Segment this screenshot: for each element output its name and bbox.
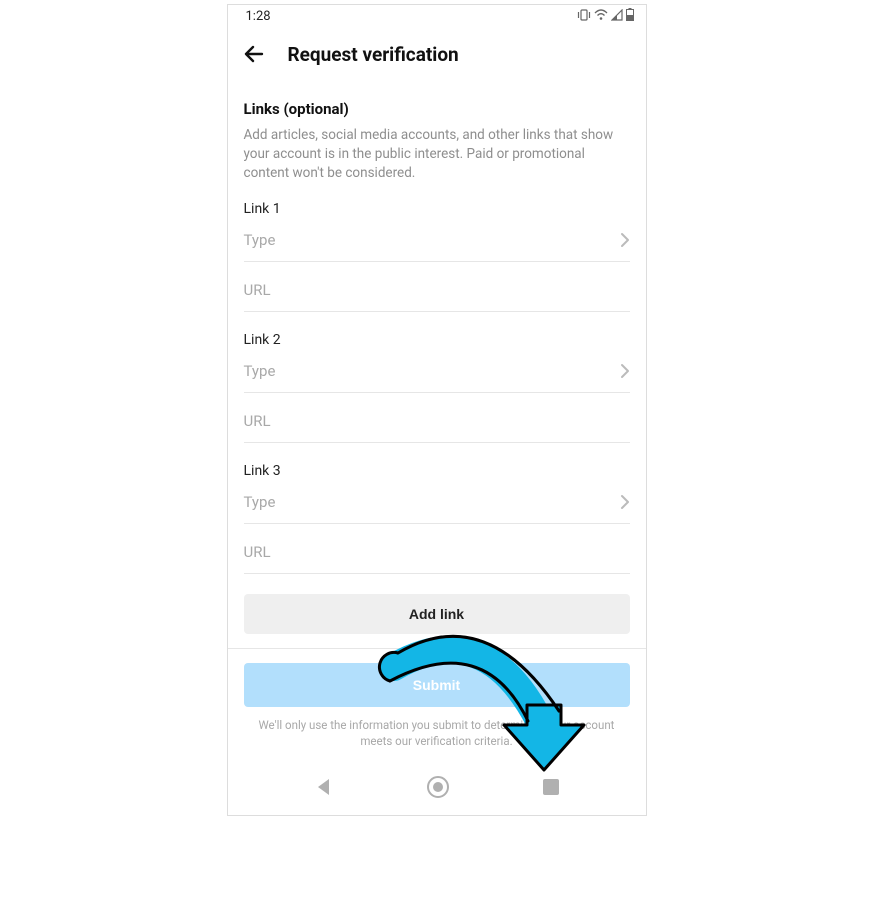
url-placeholder: URL [244, 543, 271, 561]
url-placeholder: URL [244, 281, 271, 299]
link-label: Link 2 [244, 332, 630, 348]
chevron-right-icon [620, 494, 630, 510]
type-placeholder: Type [244, 231, 276, 249]
nav-recent-icon[interactable] [542, 778, 560, 796]
add-link-button[interactable]: Add link [244, 594, 630, 634]
type-placeholder: Type [244, 362, 276, 380]
type-selector[interactable]: Type [244, 362, 630, 393]
phone-frame: 1:28 Request verification Links (optiona… [227, 4, 647, 816]
nav-home-icon[interactable] [426, 775, 450, 799]
status-time: 1:28 [246, 9, 271, 24]
footer-note: We'll only use the information you submi… [244, 707, 630, 763]
vibrate-icon [577, 9, 591, 25]
header: Request verification [228, 28, 646, 76]
link-group-2: Link 2 Type URL [244, 332, 630, 443]
section-title: Links (optional) [244, 100, 630, 118]
link-group-1: Link 1 Type URL [244, 201, 630, 312]
type-selector[interactable]: Type [244, 231, 630, 262]
page-title: Request verification [288, 43, 459, 66]
back-arrow-icon[interactable] [242, 42, 266, 66]
type-selector[interactable]: Type [244, 493, 630, 524]
nav-back-icon[interactable] [314, 777, 334, 797]
content: Links (optional) Add articles, social me… [228, 76, 646, 763]
wifi-icon [594, 9, 608, 25]
chevron-right-icon [620, 363, 630, 379]
link-group-3: Link 3 Type URL [244, 463, 630, 574]
url-input[interactable]: URL [244, 411, 630, 443]
url-input[interactable]: URL [244, 280, 630, 312]
submit-button[interactable]: Submit [244, 663, 630, 707]
signal-icon [611, 9, 623, 25]
android-nav-bar [228, 763, 646, 815]
link-label: Link 1 [244, 201, 630, 217]
link-label: Link 3 [244, 463, 630, 479]
section-description: Add articles, social media accounts, and… [244, 126, 630, 183]
status-icons [577, 8, 634, 25]
chevron-right-icon [620, 232, 630, 248]
url-input[interactable]: URL [244, 542, 630, 574]
status-bar: 1:28 [228, 5, 646, 28]
battery-icon [626, 8, 634, 25]
divider [228, 648, 646, 649]
url-placeholder: URL [244, 412, 271, 430]
type-placeholder: Type [244, 493, 276, 511]
